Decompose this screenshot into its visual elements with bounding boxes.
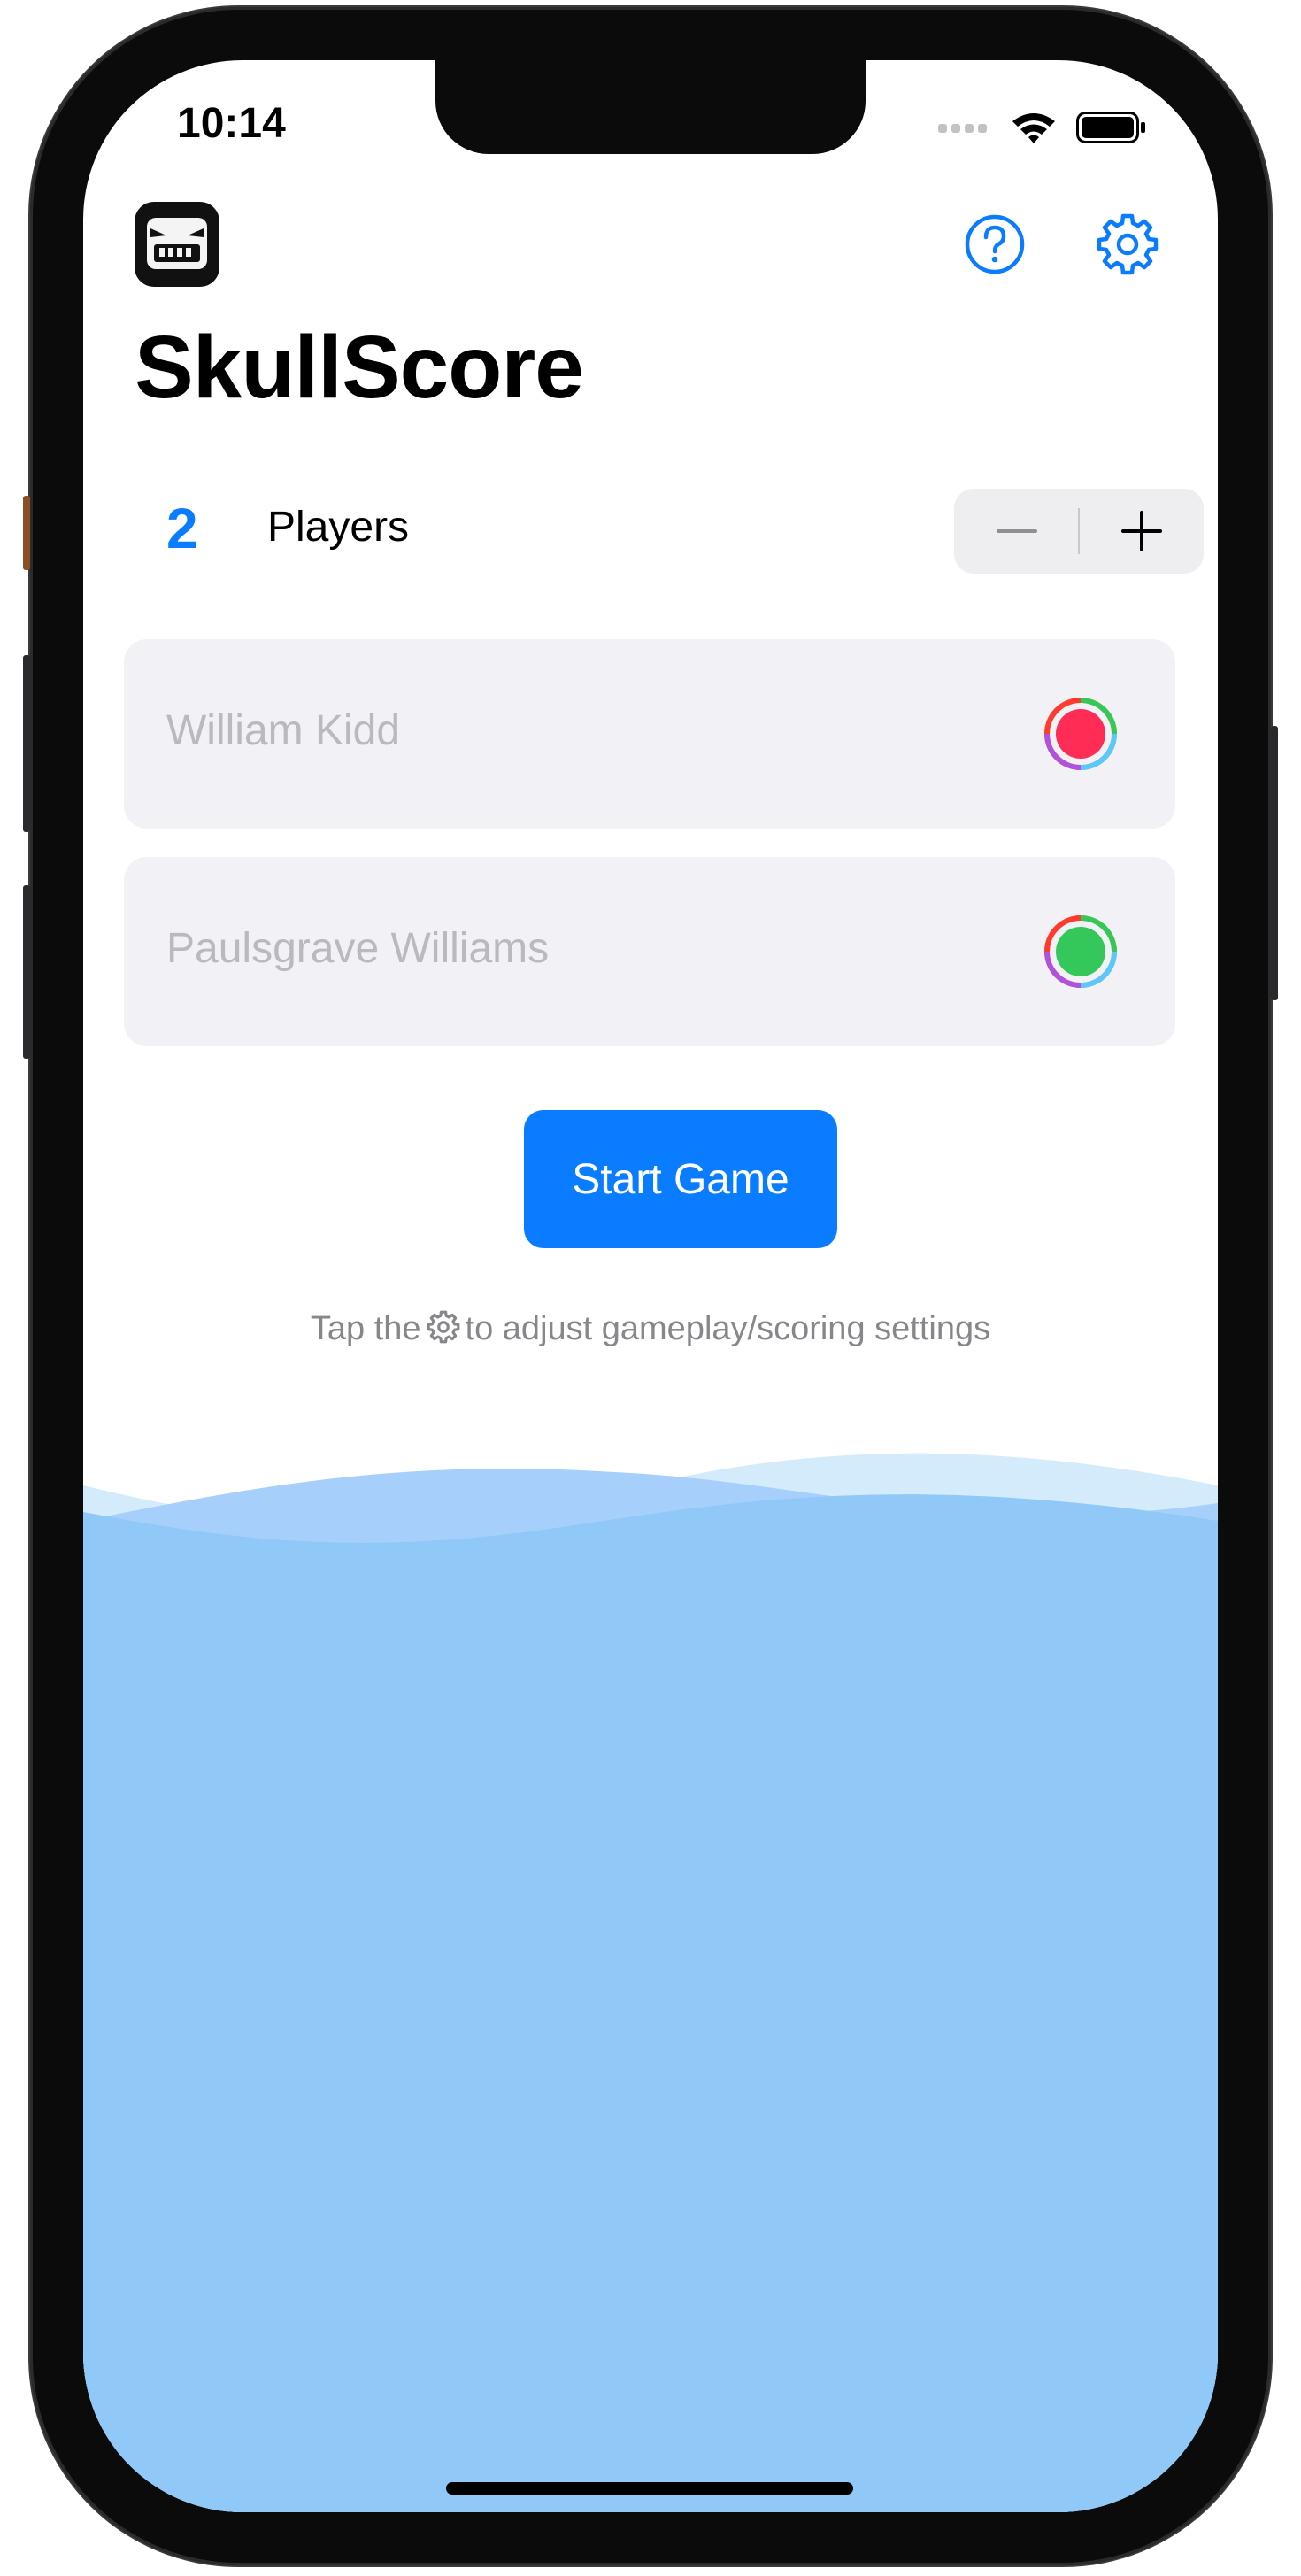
gear-icon: [427, 1310, 459, 1344]
minus-icon: [996, 529, 1037, 533]
help-button[interactable]: [959, 209, 1030, 280]
status-icons: [938, 110, 1147, 145]
color-picker-button[interactable]: [1043, 696, 1119, 772]
status-time: 10:14: [177, 100, 286, 147]
app-screen: 10:14 SkullScore 2 Players William Kidd …: [83, 60, 1218, 2512]
battery-icon: [1076, 112, 1145, 143]
device-frame: 10:14 SkullScore 2 Players William Kidd …: [30, 7, 1271, 2565]
hint-text-before: Tap the: [310, 1310, 421, 1347]
color-picker-icon: [1044, 698, 1117, 770]
players-label: Players: [267, 504, 410, 551]
increment-button[interactable]: [1079, 489, 1204, 574]
player-row: William Kidd: [124, 639, 1175, 829]
gear-icon: [1097, 213, 1159, 275]
notch: [435, 60, 866, 154]
plus-icon: [1120, 511, 1162, 551]
app-logo-icon: [135, 202, 219, 287]
player-row: Paulsgrave Williams: [124, 857, 1175, 1046]
player-color-swatch: [1056, 927, 1105, 976]
decrement-button[interactable]: [954, 489, 1079, 574]
player-name-input[interactable]: William Kidd: [166, 706, 400, 755]
player-color-swatch: [1056, 709, 1105, 759]
settings-hint: Tap the to adjust gameplay/scoring setti…: [83, 1308, 1218, 1348]
color-picker-button[interactable]: [1043, 914, 1119, 990]
cellular-signal-icon: [938, 124, 987, 133]
action-button-hardware: [23, 496, 30, 570]
start-game-button[interactable]: Start Game: [524, 1110, 837, 1248]
color-picker-icon: [1044, 915, 1117, 988]
home-indicator[interactable]: [446, 2482, 853, 2495]
volume-up-hardware: [23, 655, 30, 832]
hint-text-after: to adjust gameplay/scoring settings: [465, 1310, 991, 1347]
wave-background: [83, 1453, 1218, 2512]
volume-down-hardware: [23, 885, 30, 1059]
wifi-icon: [1012, 113, 1055, 143]
settings-button[interactable]: [1092, 209, 1163, 280]
page-title: SkullScore: [135, 318, 584, 417]
power-button-hardware: [1271, 726, 1278, 1000]
player-name-input[interactable]: Paulsgrave Williams: [166, 924, 549, 973]
player-count-stepper: [954, 489, 1204, 574]
question-circle-icon: [965, 214, 1025, 274]
player-count: 2: [166, 497, 198, 560]
